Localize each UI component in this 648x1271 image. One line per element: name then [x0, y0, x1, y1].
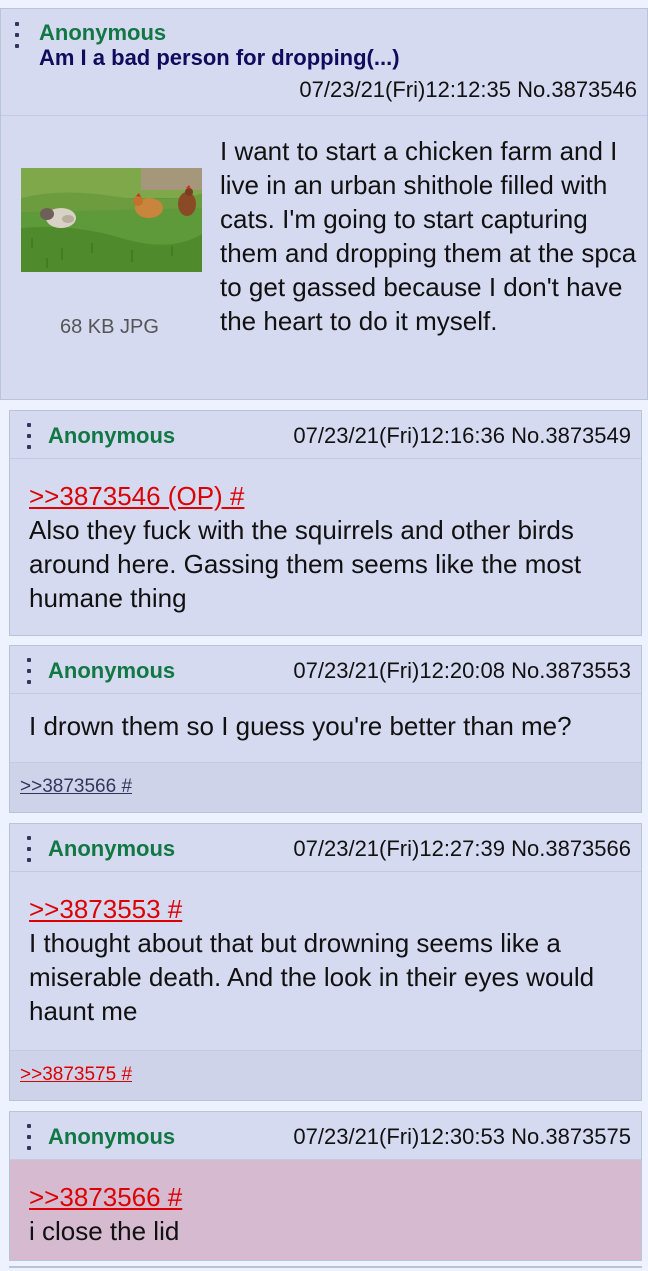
- backlinks: >>3873575 #: [10, 1050, 641, 1100]
- post-menu-icon[interactable]: [24, 836, 34, 862]
- thread-subject: Am I a bad person for dropping(...): [39, 45, 400, 70]
- backlink[interactable]: >>3873575 #: [20, 1064, 132, 1086]
- quote-link[interactable]: >>3873553 #: [29, 892, 622, 926]
- post-menu-icon[interactable]: [24, 423, 34, 449]
- poster-name: Anonymous: [48, 658, 176, 683]
- post-datetime: 07/23/21(Fri)12:27:39: [293, 836, 505, 861]
- quote-link[interactable]: >>3873566 #: [29, 1180, 622, 1214]
- post-message: Also they fuck with the squirrels and ot…: [29, 515, 582, 613]
- op-header: Anonymous Am I a bad person for dropping…: [1, 9, 647, 116]
- poster-name: Anonymous: [48, 836, 176, 861]
- post-menu-icon[interactable]: [24, 1124, 34, 1150]
- reply-post: Anonymous 07/23/21(Fri)12:20:08 No.38735…: [9, 645, 642, 813]
- post-number[interactable]: No.3873553: [511, 658, 631, 683]
- post-message: I drown them so I guess you're better th…: [29, 711, 572, 741]
- post-meta: 07/23/21(Fri)12:16:36 No.3873549: [293, 423, 631, 449]
- reply-post: Anonymous 07/23/21(Fri)12:16:36 No.38735…: [9, 410, 642, 636]
- backlinks: >>3873566 #: [10, 762, 641, 812]
- post-meta: 07/23/21(Fri)12:12:35 No.3873546: [299, 77, 637, 103]
- quote-link[interactable]: >>3873546 (OP) #: [29, 479, 622, 513]
- post-number[interactable]: No.3873549: [511, 423, 631, 448]
- post-number[interactable]: No.3873575: [511, 1124, 631, 1149]
- post-datetime: 07/23/21(Fri)12:16:36: [293, 423, 505, 448]
- post-message: I want to start a chicken farm and I liv…: [220, 136, 637, 336]
- post-datetime: 07/23/21(Fri)12:12:35: [299, 77, 511, 102]
- backlink[interactable]: >>3873566 #: [20, 776, 132, 798]
- image-thumbnail-icon[interactable]: [21, 168, 202, 272]
- post-number[interactable]: No.3873566: [511, 836, 631, 861]
- post-datetime: 07/23/21(Fri)12:20:08: [293, 658, 505, 683]
- post-menu-icon[interactable]: [12, 22, 22, 48]
- post-meta: 07/23/21(Fri)12:30:53 No.3873575: [293, 1124, 631, 1150]
- post-meta: 07/23/21(Fri)12:27:39 No.3873566: [293, 836, 631, 862]
- reply-post: Anonymous 07/23/21(Fri)12:27:39 No.38735…: [9, 823, 642, 1101]
- poster-name: Anonymous: [48, 423, 176, 448]
- poster-name: Anonymous: [39, 20, 167, 45]
- divider: [9, 1266, 642, 1268]
- post-datetime: 07/23/21(Fri)12:30:53: [293, 1124, 505, 1149]
- reply-post-highlighted: Anonymous 07/23/21(Fri)12:30:53 No.38735…: [9, 1111, 642, 1261]
- post-menu-icon[interactable]: [24, 658, 34, 684]
- post-meta: 07/23/21(Fri)12:20:08 No.3873553: [293, 658, 631, 684]
- poster-name: Anonymous: [48, 1124, 176, 1149]
- post-message: I thought about that but drowning seems …: [29, 928, 595, 1026]
- file-info: 68 KB JPG: [60, 316, 159, 338]
- post-message: i close the lid: [29, 1216, 180, 1246]
- post-number[interactable]: No.3873546: [517, 77, 637, 102]
- op-post: Anonymous Am I a bad person for dropping…: [0, 8, 648, 400]
